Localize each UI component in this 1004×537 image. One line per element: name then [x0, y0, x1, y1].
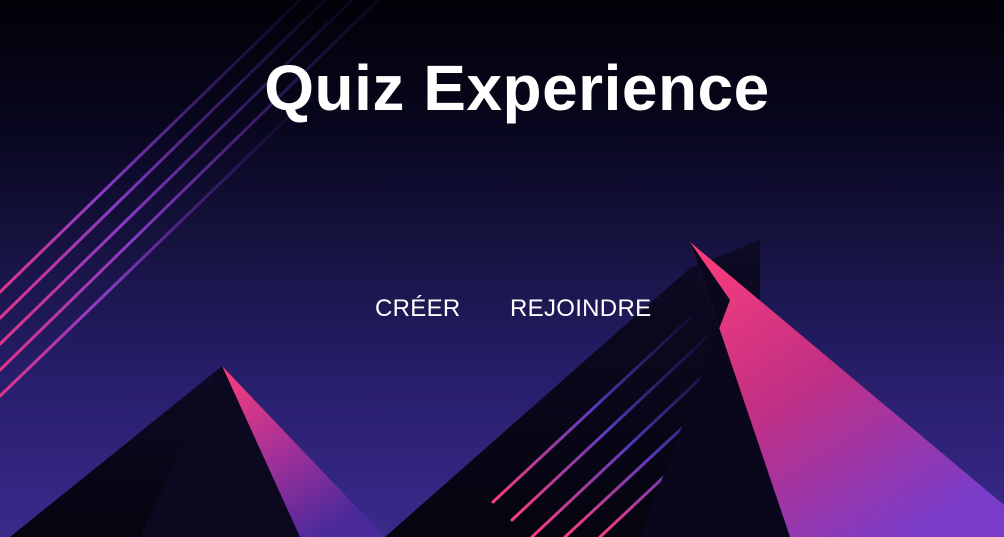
small-mountain — [10, 366, 385, 537]
page-title: Quiz Experience — [264, 52, 770, 124]
join-button[interactable]: REJOINDRE — [510, 294, 651, 324]
quiz-landing-page: Quiz Experience CRÉER REJOINDRE — [0, 0, 1004, 537]
create-button[interactable]: CRÉER — [375, 294, 461, 324]
crescent-moon-icon — [932, 196, 992, 275]
